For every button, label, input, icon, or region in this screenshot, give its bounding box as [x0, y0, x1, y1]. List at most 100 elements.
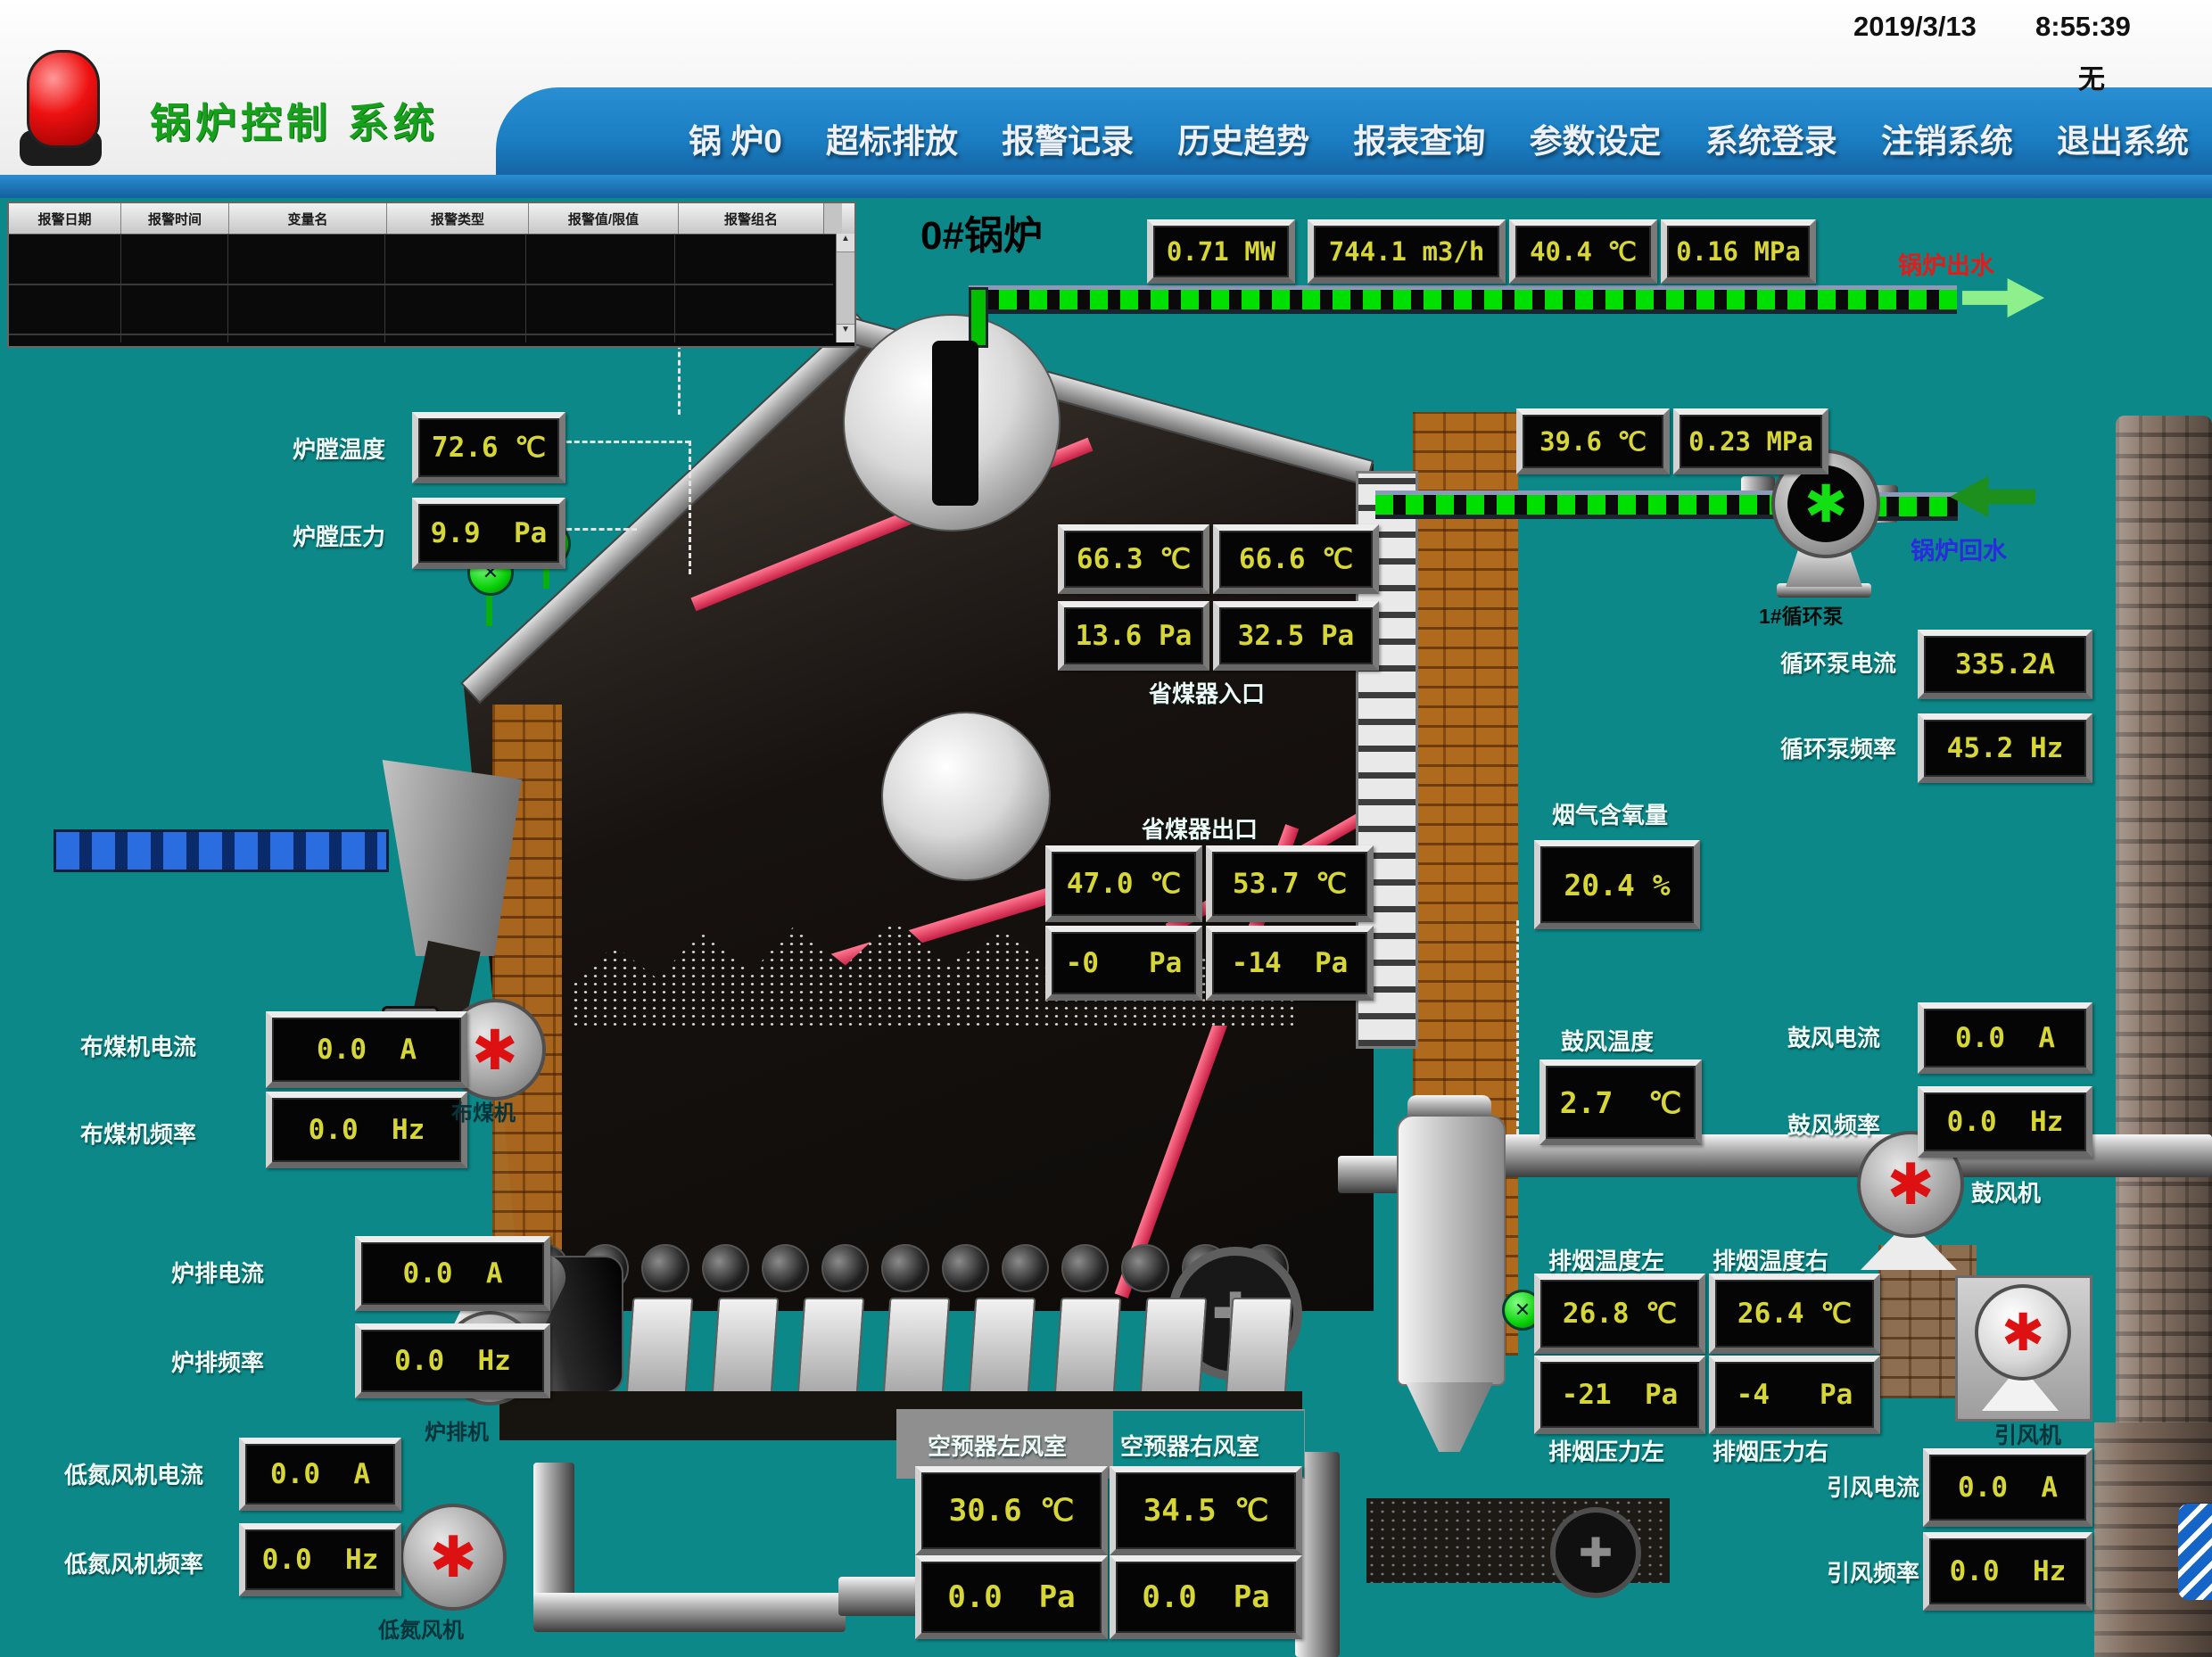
- nav-item-exit[interactable]: 退出系统: [2057, 114, 2189, 162]
- steam-drum-slot: [932, 341, 978, 506]
- induced-fan-icon[interactable]: ✱: [1975, 1284, 2071, 1381]
- eco-out-t1-display: 47.0 ℃: [1045, 845, 1202, 922]
- return-pipe: [1375, 491, 1777, 519]
- outlet-temp-display: 40.4 ℃: [1509, 219, 1657, 284]
- col-alarm-time: 报警时间: [121, 203, 229, 234]
- furnace-press-display: 9.9 Pa: [412, 498, 565, 569]
- nav-item-alarm-log[interactable]: 报警记录: [1002, 114, 1134, 162]
- steam-drum-lower: [881, 712, 1051, 881]
- furnace-temp-display: 72.6 ℃: [412, 412, 565, 483]
- return-press-display: 0.23 MPa: [1673, 408, 1828, 474]
- eco-out-t2-display: 53.7 ℃: [1206, 845, 1374, 922]
- col-alarm-type: 报警类型: [387, 203, 529, 234]
- grate-freq-label: 炉排频率: [171, 1345, 264, 1378]
- flue-temp-right-label: 排烟温度右: [1713, 1243, 1828, 1276]
- oxygen-label: 烟气含氧量: [1552, 797, 1668, 830]
- eco-out-p2-display: -14 Pa: [1206, 926, 1374, 1001]
- lownox-fan-icon[interactable]: ✱: [400, 1504, 507, 1611]
- outlet-pipe: [969, 285, 1957, 314]
- induced-current-display: 0.0 A: [1923, 1448, 2092, 1527]
- power-display: 0.71 MW: [1147, 219, 1295, 284]
- blower-freq-label: 鼓风频率: [1787, 1108, 1880, 1141]
- grate-current-label: 炉排电流: [171, 1256, 264, 1289]
- blower-temp-label: 鼓风温度: [1561, 1024, 1654, 1057]
- aph-press-left-display: 0.0 Pa: [915, 1555, 1108, 1639]
- coal-current-display: 0.0 A: [266, 1011, 467, 1088]
- col-alarm-group: 报警组名: [679, 203, 823, 234]
- alarm-table-scrollbar[interactable]: ▲ ▼: [836, 234, 854, 342]
- circ-freq-label: 循环泵频率: [1780, 731, 1896, 764]
- flue-press-left-label: 排烟压力左: [1548, 1434, 1664, 1467]
- return-pipe-stub: [1869, 492, 1958, 521]
- coal-feeder-name: 布煤机: [451, 1095, 516, 1126]
- blower-freq-display: 0.0 Hz: [1918, 1086, 2092, 1158]
- furnace-temp-label: 炉膛温度: [293, 432, 385, 465]
- eco-in-t2-display: 66.6 ℃: [1213, 524, 1379, 594]
- pump-impeller-icon: ✱: [1787, 466, 1864, 542]
- nav-item-reports[interactable]: 报表查询: [1353, 114, 1485, 162]
- eco-out-p1-display: -0 Pa: [1045, 926, 1202, 1001]
- induced-current-label: 引风电流: [1827, 1470, 1919, 1503]
- header-blue-strip: [0, 175, 2212, 198]
- eco-in-label: 省煤器入口: [1149, 676, 1265, 709]
- nav-item-params[interactable]: 参数设定: [1530, 114, 1662, 162]
- grate-freq-display: 0.0 Hz: [355, 1323, 550, 1398]
- blower-current-display: 0.0 A: [1918, 1002, 2092, 1074]
- flue-press-right-label: 排烟压力右: [1713, 1434, 1828, 1467]
- furnace-press-label: 炉膛压力: [293, 519, 385, 552]
- flue-temp-left-display: 26.8 ℃: [1534, 1274, 1705, 1354]
- alarm-table-header: 报警日期 报警时间 变量名 报警类型 报警值/限值 报警组名: [9, 203, 854, 235]
- alarm-table[interactable]: 报警日期 报警时间 变量名 报警类型 报警值/限值 报警组名 ▲ ▼: [7, 202, 856, 348]
- page-title: 锅炉控制 系统: [150, 91, 439, 150]
- outlet-arrow-icon: [1962, 278, 2044, 317]
- circ-current-display: 335.2A: [1918, 630, 2092, 699]
- pump-label: 1#循环泵: [1759, 599, 1844, 630]
- nav-item-emission[interactable]: 超标排放: [826, 114, 958, 162]
- nav-item-logout[interactable]: 注销系统: [1881, 114, 2013, 162]
- table-row: [9, 284, 833, 285]
- eco-out-label: 省煤器出口: [1142, 812, 1258, 845]
- coal-feed-pipe: [54, 829, 389, 872]
- coal-freq-display: 0.0 Hz: [266, 1092, 467, 1168]
- circ-current-label: 循环泵电流: [1780, 646, 1896, 679]
- nav-item-history[interactable]: 历史趋势: [1177, 114, 1309, 162]
- grate-name: 炉排机: [425, 1414, 489, 1446]
- aph-temp-left-display: 30.6 ℃: [915, 1466, 1108, 1555]
- outlet-press-display: 0.16 MPa: [1661, 219, 1816, 284]
- eco-in-p1-display: 13.6 Pa: [1058, 601, 1209, 671]
- dust-collector-vessel: [1397, 1115, 1506, 1386]
- flue-press-right-display: -4 Pa: [1709, 1356, 1880, 1434]
- boiler-title: 0#锅炉: [920, 203, 1043, 260]
- flue-temp-left-label: 排烟温度左: [1548, 1243, 1664, 1276]
- lownox-current-label: 低氮风机电流: [64, 1457, 203, 1490]
- return-arrow-icon: [1950, 476, 2035, 517]
- table-row: [9, 334, 833, 335]
- col-alarm-value: 报警值/限值: [529, 203, 679, 234]
- aph-temp-right-display: 34.5 ℃: [1110, 1466, 1302, 1555]
- aph-left-label: 空预器左风室: [928, 1429, 1067, 1462]
- alarm-flag: 无: [2078, 57, 2105, 96]
- oxygen-display: 20.4 %: [1534, 840, 1700, 929]
- dust-collector-cone: [1406, 1382, 1493, 1452]
- induced-freq-label: 引风频率: [1827, 1555, 1919, 1588]
- circ-freq-display: 45.2 Hz: [1918, 713, 2092, 783]
- scroll-down-icon[interactable]: ▼: [837, 324, 854, 342]
- outlet-label: 锅炉出水: [1898, 246, 1994, 281]
- grate-current-display: 0.0 A: [355, 1236, 550, 1311]
- coal-freq-label: 布煤机频率: [80, 1117, 196, 1150]
- return-temp-display: 39.6 ℃: [1516, 408, 1670, 474]
- induced-fan-name: 引风机: [1994, 1418, 2061, 1450]
- aph-right-label: 空预器右风室: [1120, 1429, 1259, 1462]
- nav-item-login[interactable]: 系统登录: [1705, 114, 1837, 162]
- flow-display: 744.1 m3/h: [1308, 219, 1506, 284]
- scroll-up-icon[interactable]: ▲: [837, 234, 854, 252]
- eco-in-p2-display: 32.5 Pa: [1213, 601, 1379, 671]
- lownox-current-display: 0.0 A: [239, 1438, 401, 1511]
- eco-in-t1-display: 66.3 ℃: [1058, 524, 1209, 594]
- header-time: 8:55:39: [2035, 11, 2131, 43]
- nav-item-boiler0[interactable]: 锅 炉0: [689, 114, 782, 162]
- corner-logo: [2178, 1504, 2212, 1600]
- return-label: 锅炉回水: [1911, 532, 2007, 566]
- blower-name: 鼓风机: [1971, 1175, 2041, 1208]
- header-date: 2019/3/13: [1853, 11, 1977, 43]
